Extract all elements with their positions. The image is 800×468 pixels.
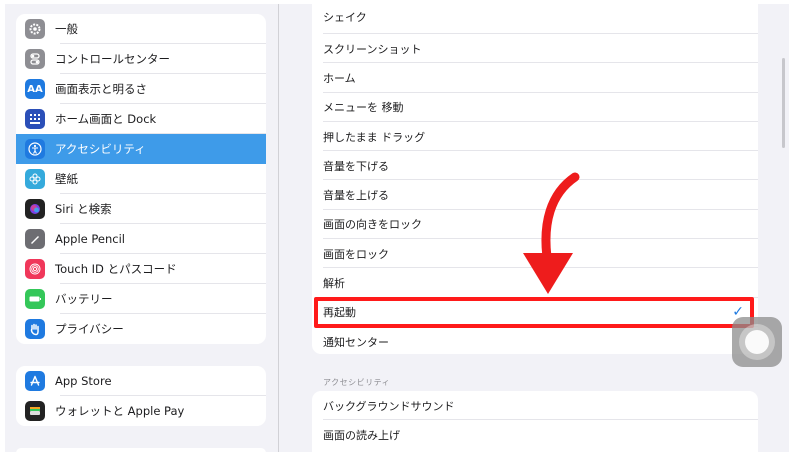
sidebar-group-main: 一般 コントロールセンター AA 画面表示と明るさ ホーム画面と Dock アク… — [16, 14, 266, 344]
action-label: 通知センター — [323, 335, 389, 349]
action-row-move-menu[interactable]: メニューを 移動 — [312, 93, 758, 122]
action-row-screenshot[interactable]: スクリーンショット — [312, 34, 758, 64]
sidebar-item-battery[interactable]: バッテリー — [16, 284, 266, 314]
accessibility-icon — [25, 139, 45, 159]
action-row-background-sounds[interactable]: バックグラウンドサウンド — [312, 391, 758, 421]
action-label: 画面をロック — [323, 247, 389, 261]
action-row-hold-drag[interactable]: 押したまま ドラッグ — [312, 122, 758, 152]
action-label: 画面の向きをロック — [323, 218, 422, 232]
red-arrow-icon — [523, 172, 580, 294]
action-row-notification-center[interactable]: 通知センター — [312, 327, 758, 354]
pane-divider — [278, 4, 279, 452]
action-label: ホーム — [323, 71, 356, 85]
sidebar-item-touch-id[interactable]: Touch ID とパスコード — [16, 254, 266, 284]
action-row-home[interactable]: ホーム — [312, 63, 758, 93]
sidebar-item-label: Touch ID とパスコード — [55, 262, 177, 276]
sidebar-item-apple-pencil[interactable]: Apple Pencil — [16, 224, 266, 254]
action-label: シェイク — [323, 11, 367, 24]
sidebar-item-label: Apple Pencil — [55, 232, 125, 246]
action-label: スクリーンショット — [323, 42, 422, 56]
sidebar-item-app-store[interactable]: App Store — [16, 366, 266, 396]
action-label: 押したまま ドラッグ — [323, 130, 426, 144]
home-grid-icon — [25, 109, 45, 129]
sidebar-item-siri[interactable]: Siri と検索 — [16, 194, 266, 224]
sidebar-item-wallpaper[interactable]: 壁紙 — [16, 164, 266, 194]
action-row-speak-screen[interactable]: 画面の読み上げ — [312, 420, 758, 449]
sidebar-item-control-center[interactable]: コントロールセンター — [16, 44, 266, 74]
sidebar-item-display[interactable]: AA 画面表示と明るさ — [16, 74, 266, 104]
siri-icon — [25, 199, 45, 219]
sidebar-item-label: コントロールセンター — [55, 52, 170, 66]
battery-icon — [25, 289, 45, 309]
gear-icon — [25, 19, 45, 39]
sidebar-item-accessibility[interactable]: アクセシビリティ — [16, 134, 266, 164]
wallpaper-icon — [25, 169, 45, 189]
action-label: メニューを 移動 — [323, 101, 404, 115]
sidebar-item-general[interactable]: 一般 — [16, 14, 266, 44]
sidebar-item-label: アクセシビリティ — [55, 142, 146, 156]
assistive-touch-button[interactable] — [732, 317, 782, 367]
fingerprint-icon — [25, 259, 45, 279]
action-label: バックグラウンドサウンド — [323, 399, 455, 413]
sidebar-item-label: バッテリー — [55, 292, 113, 306]
settings-sidebar: 一般 コントロールセンター AA 画面表示と明るさ ホーム画面と Dock アク… — [5, 4, 277, 452]
sidebar-item-label: 一般 — [55, 22, 78, 36]
accessibility-action-list: バックグラウンドサウンド 画面の読み上げ — [312, 391, 758, 452]
action-label: 音量を上げる — [323, 189, 389, 203]
sidebar-item-label: Siri と検索 — [55, 202, 112, 216]
ipad-settings-screen: 一般 コントロールセンター AA 画面表示と明るさ ホーム画面と Dock アク… — [5, 4, 789, 452]
action-label: 解析 — [323, 277, 345, 291]
toggles-icon — [25, 49, 45, 69]
sidebar-item-wallet[interactable]: ウォレットと Apple Pay — [16, 396, 266, 426]
sidebar-group-next — [16, 448, 266, 452]
sidebar-item-label: ウォレットと Apple Pay — [55, 404, 185, 418]
text-size-icon: AA — [25, 79, 45, 99]
section-header-accessibility: アクセシビリティ — [323, 378, 391, 387]
sidebar-item-label: プライバシー — [55, 322, 124, 336]
sidebar-item-label: 壁紙 — [55, 172, 78, 186]
hand-icon — [25, 319, 45, 339]
pencil-icon — [25, 229, 45, 249]
sidebar-group-store: App Store ウォレットと Apple Pay — [16, 366, 266, 426]
action-row-shake[interactable]: シェイク — [312, 4, 758, 34]
sidebar-item-privacy[interactable]: プライバシー — [16, 314, 266, 344]
sidebar-item-home-screen[interactable]: ホーム画面と Dock — [16, 104, 266, 134]
action-label: 音量を下げる — [323, 159, 389, 173]
app-store-icon — [25, 371, 45, 391]
sidebar-item-label: 画面表示と明るさ — [55, 82, 147, 96]
action-label: 画面の読み上げ — [323, 428, 400, 442]
scrollbar[interactable] — [782, 58, 785, 148]
sidebar-item-label: ホーム画面と Dock — [55, 112, 157, 126]
wallet-icon — [25, 401, 45, 421]
sidebar-item-label: App Store — [55, 374, 112, 388]
